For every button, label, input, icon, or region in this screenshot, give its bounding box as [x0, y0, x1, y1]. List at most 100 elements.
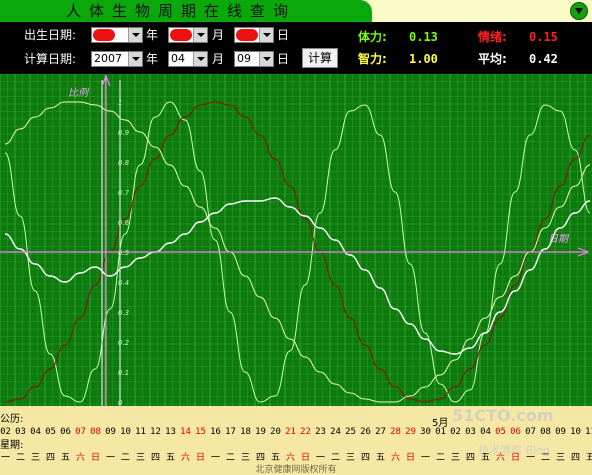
gongli-label: 公历:	[0, 414, 24, 425]
day-cell: 07	[525, 427, 536, 437]
y-axis-label: 比例	[68, 87, 90, 99]
average-label: 平均:	[478, 52, 507, 66]
calc-year-select[interactable]: 2007	[91, 51, 143, 67]
weekday-cell: 四	[255, 453, 265, 463]
dropdown-arrow-icon	[259, 28, 273, 42]
chevron-down-icon	[575, 8, 583, 14]
physical-label: 体力:	[358, 30, 387, 44]
year-unit: 年	[146, 52, 159, 66]
day-cell: 12	[150, 427, 161, 437]
weekday-cell: 一	[210, 453, 220, 463]
weekday-cell: 五	[270, 453, 280, 463]
copyright-footer: 北京健康网版权所有	[255, 465, 337, 475]
day-cell: 14	[180, 427, 191, 437]
weekday-cell: 三	[30, 453, 40, 463]
weekday-cell: 三	[345, 453, 355, 463]
dropdown-arrow-icon	[193, 52, 207, 66]
day-cell: 10	[120, 427, 131, 437]
day-cell: 03	[15, 427, 26, 437]
day-cell: 08	[540, 427, 551, 437]
day-cell: 07	[75, 427, 86, 437]
birth-month-select[interactable]	[168, 27, 208, 43]
day-cell: 08	[90, 427, 101, 437]
y-tick-label: 1	[118, 99, 122, 107]
week-label: 星期:	[0, 440, 24, 451]
day-cell: 30	[420, 427, 431, 437]
weekday-cell: 四	[360, 453, 370, 463]
y-tick-label: 0.2	[118, 339, 130, 347]
y-tick-label: 0	[118, 399, 123, 406]
weekday-cell: 日	[405, 453, 415, 463]
day-cell: 10	[570, 427, 581, 437]
control-panel: 出生日期: 年 月 日 计算日期: 2007 年 04 月 09 日 计算 体力…	[0, 22, 592, 74]
day-cell: 09	[555, 427, 566, 437]
day-cell: 03	[465, 427, 476, 437]
dropdown-arrow-icon	[193, 28, 207, 42]
weekday-cell: 四	[465, 453, 475, 463]
day-cell: 17	[225, 427, 236, 437]
dropdown-arrow-icon	[128, 28, 142, 42]
weekday-cell: 一	[315, 453, 325, 463]
day-cell: 13	[165, 427, 176, 437]
y-tick-label: 0.4	[118, 279, 129, 287]
date-strip: 51CTO.com 技术博客 Blog 公历: 5月 02 03 04 05 06 07 0…	[0, 406, 592, 475]
day-cell: 04	[30, 427, 41, 437]
day-cell: 15	[195, 427, 206, 437]
weekday-cell: 一	[0, 453, 10, 463]
weekday-cell: 六	[390, 453, 400, 463]
chart-background	[0, 74, 592, 406]
day-unit: 日	[277, 52, 290, 66]
calc-day-select[interactable]: 09	[234, 51, 274, 67]
weekday-cell: 三	[135, 453, 145, 463]
birth-day-select[interactable]	[234, 27, 274, 43]
month-unit: 月	[212, 28, 225, 42]
collapse-button[interactable]	[570, 2, 588, 20]
weekday-cell: 一	[420, 453, 430, 463]
emotional-label: 情绪:	[478, 30, 507, 44]
redaction-mark	[93, 29, 115, 41]
weekday-cell: 二	[330, 453, 340, 463]
weekday-cell: 日	[195, 453, 205, 463]
y-tick-label: 0.1	[118, 369, 129, 377]
day-cell: 02	[450, 427, 461, 437]
y-tick-label: 0.7	[118, 189, 130, 197]
biorhythm-chart: 比例 日期 0 0.1 0.2 0.3 0.4 0.5 0.6 0.7 0.8 0.9 1	[0, 74, 592, 406]
day-cell: 21	[285, 427, 296, 437]
day-cell: 27	[375, 427, 386, 437]
month-unit: 月	[212, 52, 225, 66]
day-cell: 26	[360, 427, 371, 437]
calc-month-select[interactable]: 04	[168, 51, 208, 67]
day-cell: 05	[45, 427, 56, 437]
weekday-cell: 五	[60, 453, 70, 463]
weekday-cell: 五	[375, 453, 385, 463]
weekday-cell: 日	[510, 453, 520, 463]
weekday-cell: 五	[480, 453, 490, 463]
dropdown-arrow-icon	[259, 52, 273, 66]
day-cell: 28	[390, 427, 401, 437]
weekday-cell: 三	[240, 453, 250, 463]
day-cell: 22	[300, 427, 311, 437]
calculate-button[interactable]: 计算	[302, 48, 338, 68]
day-cell: 18	[240, 427, 251, 437]
title-bar: 人体生物周期在线查询	[0, 0, 592, 22]
day-cell: 16	[210, 427, 221, 437]
birth-date-label: 出生日期:	[24, 28, 77, 42]
day-cell: 11	[585, 427, 592, 437]
day-cell: 19	[255, 427, 266, 437]
weekday-cell: 二	[120, 453, 130, 463]
day-cell: 23	[315, 427, 326, 437]
weekday-cell: 六	[75, 453, 85, 463]
physical-value: 0.13	[409, 30, 438, 44]
weekday-cell: 六	[495, 453, 505, 463]
weekday-cell: 五	[165, 453, 175, 463]
y-tick-label: 0.5	[118, 249, 130, 257]
weekday-cell: 日	[300, 453, 310, 463]
weekday-cell: 二	[15, 453, 25, 463]
y-tick-label: 0.9	[118, 129, 130, 137]
average-value: 0.42	[529, 52, 558, 66]
day-cell: 29	[405, 427, 416, 437]
birth-year-select[interactable]	[91, 27, 143, 43]
weekday-cell: 二	[540, 453, 550, 463]
day-cell: 05	[495, 427, 506, 437]
chart-svg: 比例日期 0 0.1 0.2 0.3 0.4 0.5 0.6 0.7 0.8 0.9 1	[0, 74, 592, 406]
